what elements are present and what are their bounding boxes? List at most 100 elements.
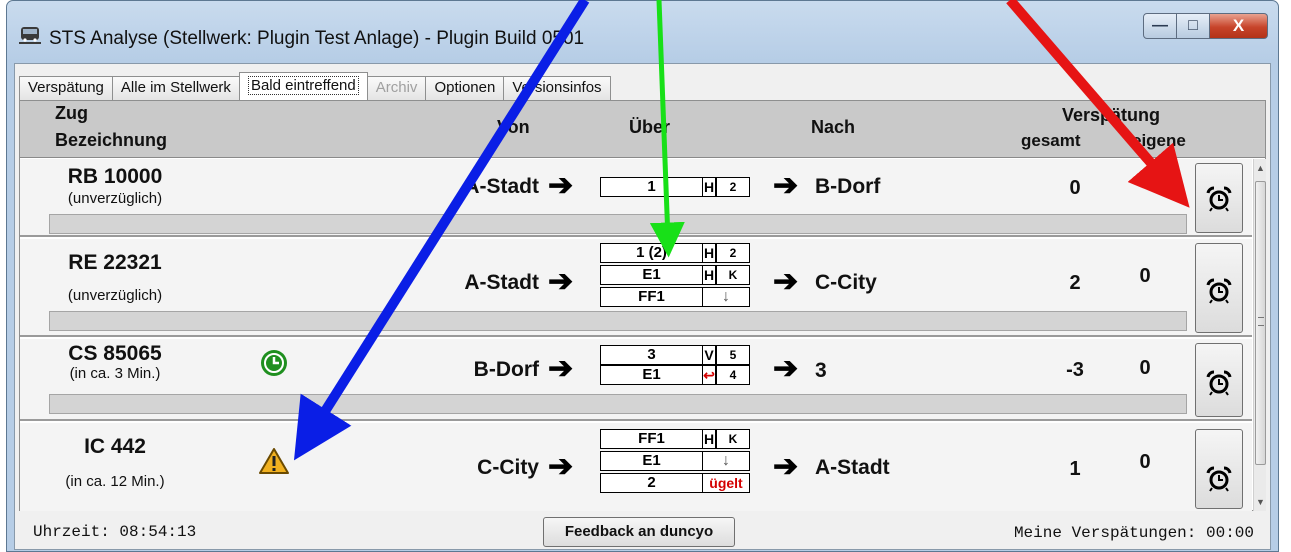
via-track: E1 — [601, 366, 703, 384]
from-station: C-City — [477, 456, 539, 479]
alarm-button[interactable] — [1195, 343, 1243, 417]
via-track: FF1 — [601, 288, 703, 306]
alarm-clock-icon — [1206, 186, 1232, 212]
column-header: Zug Bezeichnung Von Über Nach Verspätung… — [20, 101, 1265, 158]
current-time: Uhrzeit: 08:54:13 — [33, 523, 197, 541]
train-name: RE 22321 — [68, 251, 162, 274]
to-station: C-City — [815, 271, 877, 294]
header-eigene: eigene — [1132, 131, 1186, 150]
via-code: ↩ 4 — [703, 366, 749, 384]
tab-verspaetung[interactable]: Verspätung — [19, 76, 113, 100]
via-track: E1 — [601, 452, 703, 470]
to-station: A-Stadt — [815, 456, 890, 479]
via-code: H2 — [703, 244, 749, 262]
header-nach: Nach — [811, 117, 856, 137]
tab-alle-im-stellwerk[interactable]: Alle im Stellwerk — [111, 76, 240, 100]
header-verspaetung: Verspätung — [1062, 105, 1161, 125]
train-hint: (in ca. 12 Min.) — [65, 473, 165, 490]
delay-own: 0 — [1139, 357, 1151, 379]
via-track: 2 — [601, 474, 703, 492]
client-area: Verspätung Alle im Stellwerk Bald eintre… — [14, 63, 1271, 550]
arrow-right-icon: ➔ — [548, 450, 574, 483]
train-name: CS 85065 — [68, 342, 162, 365]
via-entry: FF1 ↓ — [600, 287, 750, 307]
via-mark: V — [703, 346, 717, 364]
tab-versionsinfos[interactable]: Versionsinfos — [503, 76, 611, 100]
minimize-button[interactable]: — — [1143, 13, 1177, 39]
via-track: 1 (2) — [601, 244, 703, 262]
alarm-button[interactable] — [1195, 163, 1243, 233]
arrow-right-icon: ➔ — [773, 450, 799, 483]
feedback-button[interactable]: Feedback an duncyo — [543, 517, 735, 547]
arrow-right-icon: ➔ — [773, 352, 799, 385]
delay-total: -3 — [1066, 359, 1084, 381]
to-station: 3 — [815, 359, 827, 382]
via-info: ügelt — [709, 475, 743, 491]
scroll-down-icon[interactable]: ▼ — [1254, 493, 1267, 511]
tab-strip: Verspätung Alle im Stellwerk Bald eintre… — [19, 72, 611, 100]
arrow-right-icon: ➔ — [548, 169, 574, 202]
arrow-right-icon: ➔ — [773, 265, 799, 298]
train-list: RB 10000 (unverzüglich) A-Stadt ➔ 1 H2 ➔… — [20, 159, 1252, 511]
via-entry: E1 HK — [600, 265, 750, 285]
via-info: ↓ — [722, 452, 730, 469]
tab-bald-eintreffend[interactable]: Bald eintreffend — [238, 72, 368, 100]
via-track: 1 — [601, 178, 703, 196]
via-track: E1 — [601, 266, 703, 284]
arrow-right-icon: ➔ — [548, 352, 574, 385]
via-info: 5 — [729, 348, 737, 362]
scroll-up-icon[interactable]: ▲ — [1254, 159, 1267, 177]
via-info: ↓ — [722, 288, 730, 305]
header-bezeichnung: Bezeichnung — [55, 130, 168, 150]
tab-panel-bald-eintreffend: Zug Bezeichnung Von Über Nach Verspätung… — [19, 100, 1266, 511]
delay-total: 1 — [1069, 458, 1081, 480]
delay-total: 0 — [1069, 177, 1081, 199]
via-info: 2 — [729, 180, 737, 194]
via-code: H2 — [703, 178, 749, 196]
train-row[interactable]: RB 10000 (unverzüglich) A-Stadt ➔ 1 H2 ➔… — [20, 159, 1252, 237]
tab-archiv: Archiv — [366, 76, 427, 100]
train-row[interactable]: IC 442 (in ca. 12 Min.) C-City ➔ FF1 HK — [20, 423, 1252, 511]
alarm-clock-icon — [1206, 278, 1232, 304]
maximize-button[interactable]: □ — [1177, 13, 1210, 39]
title-bar[interactable]: STS Analyse (Stellwerk: Plugin Test Anla… — [7, 1, 1278, 63]
via-entry: FF1 HK — [600, 429, 750, 449]
via-track: 3 — [601, 346, 703, 364]
train-row[interactable]: RE 22321 (unverzüglich) A-Stadt ➔ 1 (2) … — [20, 239, 1252, 337]
train-row[interactable]: CS 85065 (in ca. 3 Min.) B-Dorf ➔ 3 V5 E — [20, 339, 1252, 421]
delay-own: 0 — [1139, 451, 1151, 473]
via-code: ügelt — [703, 474, 749, 492]
alarm-button[interactable] — [1195, 429, 1243, 509]
via-entry: 1 (2) H2 — [600, 243, 750, 263]
via-info: K — [728, 268, 738, 282]
delay-own: 0 — [1139, 171, 1151, 193]
grip-icon — [1258, 317, 1264, 326]
vertical-scrollbar[interactable]: ▲ ▼ — [1253, 159, 1266, 511]
via-mark: H — [703, 266, 717, 284]
via-code: ↓ — [703, 288, 749, 306]
arrow-right-icon: ➔ — [773, 169, 799, 202]
via-entry: 2 ügelt — [600, 473, 750, 493]
status-bar: Uhrzeit: 08:54:13 Feedback an duncyo Mei… — [15, 512, 1270, 550]
train-name: RB 10000 — [67, 165, 163, 188]
train-app-icon — [19, 27, 41, 44]
train-hint: (unverzüglich) — [67, 287, 163, 304]
via-info: 4 — [729, 368, 737, 382]
via-mark: ↩ — [703, 366, 717, 384]
header-ueber: Über — [629, 117, 671, 137]
via-entry: 1 H2 — [600, 177, 750, 197]
application-window: STS Analyse (Stellwerk: Plugin Test Anla… — [6, 0, 1279, 552]
progress-bar — [49, 311, 1187, 331]
via-info: K — [728, 432, 738, 446]
scroll-thumb[interactable] — [1255, 181, 1266, 465]
via-code: HK — [703, 266, 749, 284]
alarm-button[interactable] — [1195, 243, 1243, 333]
tab-optionen[interactable]: Optionen — [425, 76, 505, 100]
header-gesamt: gesamt — [1021, 131, 1081, 150]
from-station: A-Stadt — [464, 175, 539, 198]
close-button[interactable]: X — [1210, 13, 1268, 39]
via-info: 2 — [729, 246, 737, 260]
to-station: B-Dorf — [815, 175, 881, 198]
warning-icon — [259, 448, 289, 474]
window-controls: — □ X — [1143, 13, 1268, 41]
